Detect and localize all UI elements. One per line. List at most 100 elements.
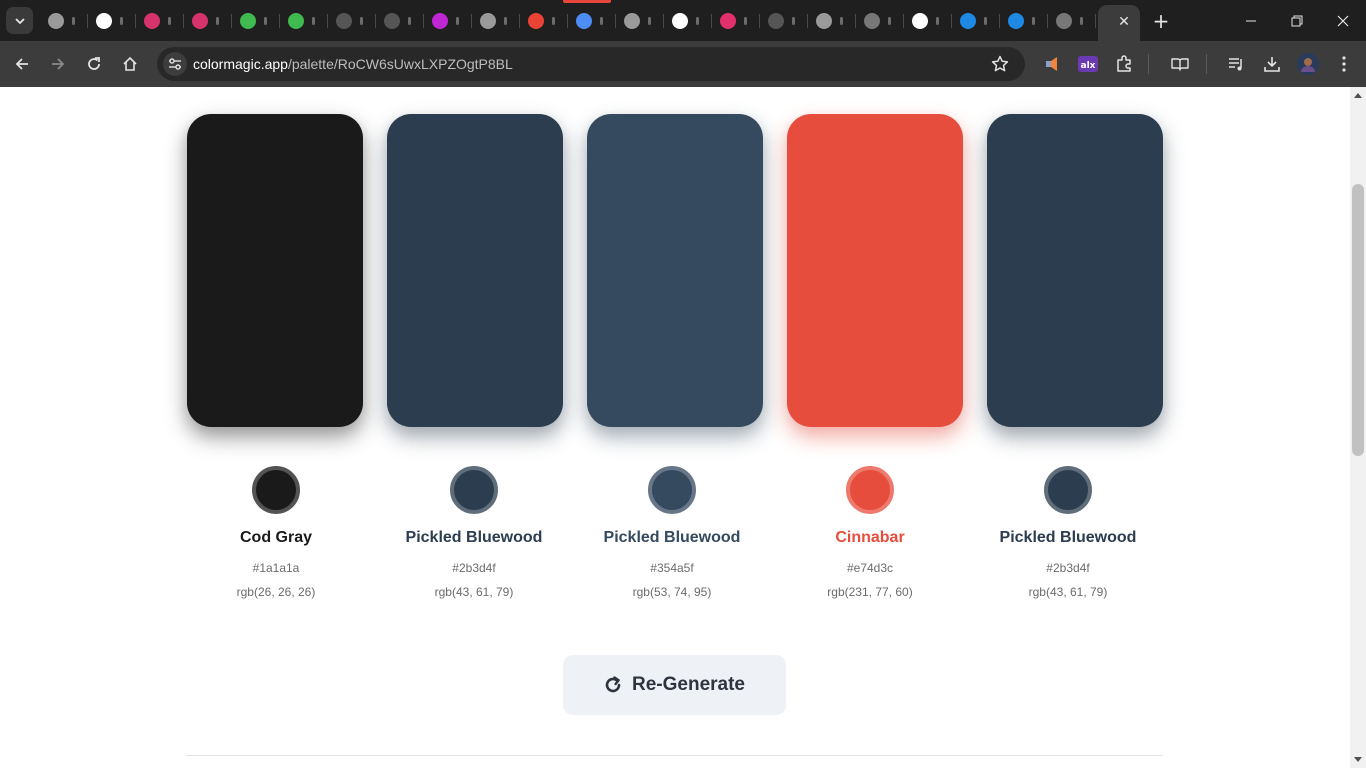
browser-menu-button[interactable] [1330, 50, 1358, 78]
scroll-down-arrow-icon[interactable] [1354, 757, 1362, 762]
tab-title-fragment [1032, 16, 1035, 25]
tab-title-fragment [696, 16, 699, 25]
home-icon [123, 56, 137, 71]
color-dot[interactable] [846, 466, 894, 514]
browser-tab[interactable] [424, 4, 472, 37]
audio-tab-indicator [563, 0, 611, 3]
toolbar-separator [1206, 54, 1207, 74]
color-info: Pickled Bluewood #2b3d4f rgb(43, 61, 79) [968, 466, 1168, 599]
minimize-button[interactable] [1228, 0, 1274, 41]
browser-tab[interactable] [808, 4, 856, 37]
avatar [1297, 53, 1319, 75]
browser-tab[interactable] [616, 4, 664, 37]
media-controls-button[interactable] [1222, 50, 1250, 78]
tab-title-fragment [936, 16, 939, 25]
browser-tab[interactable] [712, 4, 760, 37]
bookmark-button[interactable] [989, 53, 1011, 75]
color-name: Cinnabar [835, 529, 905, 546]
color-dot[interactable] [252, 466, 300, 514]
tune-icon [169, 58, 181, 70]
restore-button[interactable] [1274, 0, 1320, 41]
forward-button[interactable] [44, 50, 72, 78]
browser-tab[interactable] [40, 4, 88, 37]
color-swatch[interactable] [987, 114, 1163, 427]
color-hex[interactable]: #e74d3c [770, 561, 970, 575]
browser-tab[interactable] [376, 4, 424, 37]
chevron-down-icon [14, 17, 25, 24]
globe-icon [48, 12, 64, 29]
book-icon [1171, 58, 1189, 71]
color-hex[interactable]: #354a5f [572, 561, 772, 575]
url-host: colormagic.app [193, 56, 288, 72]
browser-tab[interactable] [856, 4, 904, 37]
browser-tab[interactable] [184, 4, 232, 37]
active-tab[interactable]: ✕ [1098, 5, 1140, 41]
address-bar[interactable]: colormagic.app/palette/RoCW6sUwxLXPZOgtP… [157, 47, 1025, 81]
new-tab-button[interactable]: + [1148, 8, 1174, 34]
color-rgb[interactable]: rgb(26, 26, 26) [176, 585, 376, 599]
color-rgb[interactable]: rgb(53, 74, 95) [572, 585, 772, 599]
restore-icon [1291, 15, 1303, 26]
back-button[interactable] [8, 50, 36, 78]
browser-tab[interactable] [232, 4, 280, 37]
app-icon [960, 12, 976, 29]
extension-alx-button[interactable]: alx [1074, 50, 1102, 78]
reload-button[interactable] [80, 50, 108, 78]
color-hex[interactable]: #2b3d4f [968, 561, 1168, 575]
tab-title-fragment [504, 16, 507, 25]
scroll-up-arrow-icon[interactable] [1354, 93, 1362, 98]
page-scrollbar[interactable] [1350, 87, 1366, 768]
home-button[interactable] [116, 50, 144, 78]
browser-tab[interactable] [472, 4, 520, 37]
color-dot[interactable] [1044, 466, 1092, 514]
browser-tab[interactable] [88, 4, 136, 37]
section-divider [186, 755, 1163, 756]
app-icon [672, 12, 688, 29]
site-info-button[interactable] [163, 52, 187, 76]
color-swatch[interactable] [787, 114, 963, 427]
browser-tab[interactable] [568, 4, 616, 37]
browser-tab[interactable] [664, 4, 712, 37]
tab-title-fragment [312, 16, 315, 25]
extension-audio-button[interactable] [1038, 50, 1066, 78]
browser-tab[interactable] [760, 4, 808, 37]
color-rgb[interactable]: rgb(231, 77, 60) [770, 585, 970, 599]
color-swatch[interactable] [187, 114, 363, 427]
scrollbar-thumb[interactable] [1352, 184, 1364, 456]
tab-title-fragment [360, 16, 363, 25]
color-dot[interactable] [450, 466, 498, 514]
tab-title-fragment [1080, 16, 1083, 25]
color-hex[interactable]: #2b3d4f [374, 561, 574, 575]
url-text[interactable]: colormagic.app/palette/RoCW6sUwxLXPZOgtP… [193, 56, 513, 72]
browser-tab[interactable] [280, 4, 328, 37]
browser-tab[interactable] [136, 4, 184, 37]
browser-tab[interactable] [952, 4, 1000, 37]
reading-mode-button[interactable] [1166, 50, 1194, 78]
color-hex[interactable]: #1a1a1a [176, 561, 376, 575]
browser-toolbar: colormagic.app/palette/RoCW6sUwxLXPZOgtP… [0, 41, 1366, 87]
github-icon [288, 12, 304, 29]
color-dot[interactable] [648, 466, 696, 514]
browser-tab[interactable] [520, 4, 568, 37]
app-icon [1008, 12, 1024, 29]
color-name: Pickled Bluewood [405, 529, 543, 546]
close-tab-icon[interactable]: ✕ [1116, 14, 1132, 30]
color-swatch[interactable] [587, 114, 763, 427]
gmail-icon [528, 12, 544, 29]
browser-tab[interactable] [1000, 4, 1048, 37]
tab-search-button[interactable] [6, 7, 33, 34]
browser-tab[interactable] [904, 4, 952, 37]
tab-title-fragment [600, 16, 603, 25]
profile-button[interactable] [1294, 50, 1322, 78]
regenerate-button[interactable]: Re-Generate [563, 655, 786, 715]
browser-tab[interactable] [328, 4, 376, 37]
downloads-button[interactable] [1258, 50, 1286, 78]
color-rgb[interactable]: rgb(43, 61, 79) [374, 585, 574, 599]
color-swatch[interactable] [387, 114, 563, 427]
color-rgb[interactable]: rgb(43, 61, 79) [968, 585, 1168, 599]
browser-tab[interactable] [1048, 4, 1096, 37]
close-window-button[interactable] [1320, 0, 1366, 41]
color-info: Cinnabar #e74d3c rgb(231, 77, 60) [770, 466, 970, 599]
tab-title-fragment [888, 16, 891, 25]
extensions-button[interactable] [1110, 50, 1138, 78]
